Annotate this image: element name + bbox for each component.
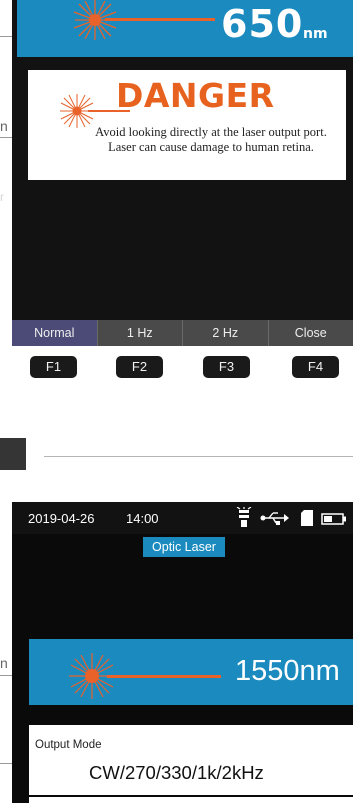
usb-icon (260, 510, 290, 531)
screen-title: Optic Laser (143, 537, 225, 557)
callout-letter: n (0, 118, 8, 134)
softkey-normal[interactable]: Normal (12, 320, 98, 346)
danger-message: Avoid looking directly at the laser outp… (95, 125, 327, 154)
callout-letter: n (0, 655, 8, 671)
status-bar: 2019-04-26 14:00 (12, 502, 353, 534)
callout-letter-faint: r (0, 190, 4, 204)
wavelength-value: 1550nm (235, 655, 340, 687)
danger-warning-panel: DANGER Avoid looking directly at the las… (28, 70, 346, 180)
softkey-1hz[interactable]: 1 Hz (98, 320, 183, 346)
page: n r n 650 nm DANGER Avoid looking direct… (0, 0, 353, 803)
wavelength-value: 650 (221, 2, 304, 46)
f4-key[interactable]: F4 (292, 356, 339, 378)
output-mode-value: CW/270/330/1k/2kHz (89, 762, 264, 783)
wavelength-display: 1550nm (29, 639, 353, 705)
battery-icon (321, 512, 347, 530)
sd-card-icon (301, 510, 313, 531)
status-date: 2019-04-26 (28, 511, 95, 526)
f2-key[interactable]: F2 (116, 356, 163, 378)
next-panel-edge (29, 797, 353, 803)
danger-title: DANGER (116, 76, 275, 115)
callout-marker (0, 438, 26, 470)
laser-beam (107, 675, 221, 678)
output-mode-panel[interactable]: Output Mode CW/270/330/1k/2kHz (29, 725, 353, 795)
output-mode-label: Output Mode (35, 739, 102, 751)
callout-leader-line (44, 456, 353, 457)
laser-beam (105, 18, 215, 21)
status-time: 14:00 (126, 511, 159, 526)
softkey-bar: Normal 1 Hz 2 Hz Close (12, 320, 353, 346)
softkey-2hz[interactable]: 2 Hz (183, 320, 269, 346)
f1-key[interactable]: F1 (30, 356, 77, 378)
f3-key[interactable]: F3 (203, 356, 250, 378)
flashlight-icon (236, 506, 252, 534)
softkey-close[interactable]: Close (269, 320, 353, 346)
wavelength-unit: nm (303, 26, 328, 42)
wavelength-banner: 650 nm (17, 0, 353, 57)
